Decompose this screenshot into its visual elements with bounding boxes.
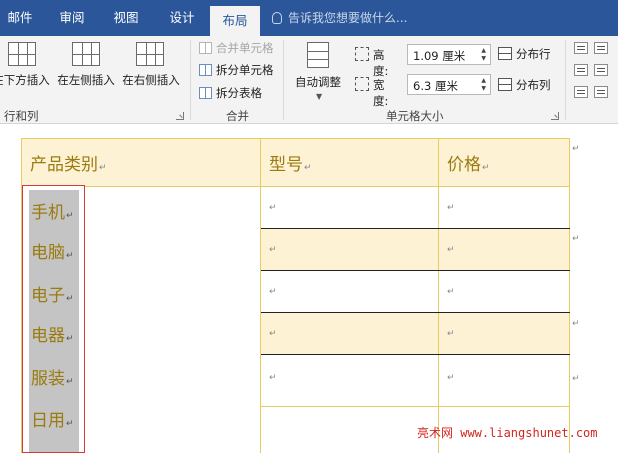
tab-design[interactable]: 设计 (160, 0, 204, 36)
align-bottom-left-icon[interactable] (574, 86, 588, 98)
end-of-row-mark: ↵ (572, 234, 580, 244)
spin-down-icon[interactable]: ▼ (481, 55, 486, 63)
end-of-row-mark: ↵ (572, 319, 580, 329)
ribbon-tab-bar: 邮件 审阅 视图 设计 布局 告诉我您想要做什么... (0, 0, 618, 36)
table-cell[interactable]: ↵ (260, 270, 439, 313)
product-table: 产品类别↵ 型号↵ 价格↵ ↵ ↵ ↵ ↵ ↵ ↵ ↵ ↵ ↵ ↵ (21, 138, 570, 453)
category-item: 电脑↵ (31, 243, 74, 263)
table-row: ↵ ↵ (21, 186, 570, 453)
table-header-cell[interactable]: 产品类别↵ (21, 138, 261, 187)
tab-view[interactable]: 视图 (104, 0, 148, 36)
spin-up-icon[interactable]: ▲ (481, 77, 486, 85)
insert-below-button[interactable]: 在下方插入 (0, 40, 50, 96)
chevron-down-icon: ▼ (316, 92, 323, 101)
insert-left-button[interactable]: 在左侧插入 (56, 40, 116, 96)
distribute-rows-button[interactable]: 分布行 (498, 44, 551, 64)
column-width-icon (355, 77, 369, 91)
end-of-row-mark: ↵ (572, 144, 580, 154)
align-middle-center-icon[interactable] (594, 64, 608, 76)
table-header-cell[interactable]: 价格↵ (438, 138, 570, 187)
split-table-icon (199, 87, 212, 99)
end-of-row-mark: ↵ (572, 374, 580, 384)
insert-left-icon (72, 42, 100, 66)
tab-review[interactable]: 审阅 (52, 0, 92, 36)
group-separator (190, 40, 191, 120)
group-separator (283, 40, 284, 120)
spin-down-icon[interactable]: ▼ (481, 85, 486, 93)
category-item: 服装↵ (31, 369, 74, 389)
insert-below-icon (8, 42, 36, 66)
split-cells-button[interactable]: 拆分单元格 (199, 60, 274, 80)
table-cell[interactable] (260, 406, 439, 453)
group-separator (565, 40, 566, 120)
merge-cells-icon (199, 42, 212, 54)
rows-cols-launcher-icon[interactable] (176, 112, 184, 120)
insert-right-button[interactable]: 在右侧插入 (120, 40, 182, 96)
align-middle-left-icon[interactable] (574, 64, 588, 76)
table-header-cell[interactable]: 型号↵ (260, 138, 439, 187)
category-item: 日用↵ (31, 411, 74, 431)
split-cells-icon (199, 64, 212, 76)
table-cell[interactable]: ↵ (260, 186, 439, 229)
distribute-rows-icon (498, 47, 512, 60)
group-label-rows-cols: 行和列 (4, 109, 39, 123)
align-bottom-center-icon[interactable] (594, 86, 608, 98)
table-cell[interactable]: ↵ (260, 354, 439, 407)
document-area[interactable]: 产品类别↵ 型号↵ 价格↵ ↵ ↵ ↵ ↵ ↵ ↵ ↵ ↵ ↵ ↵ 手机↵ 电脑… (0, 124, 618, 453)
group-label-merge: 合并 (226, 109, 249, 123)
ribbon: 在下方插入 在左侧插入 在右侧插入 行和列 合并单元格 拆分单元格 拆分表格 合… (0, 36, 618, 124)
autofit-button[interactable]: 自动调整 ▼ (290, 40, 346, 102)
tab-mailings[interactable]: 邮件 (0, 0, 40, 36)
table-cell[interactable]: ↵ (438, 312, 570, 355)
table-cell[interactable]: ↵ (438, 270, 570, 313)
merge-cells-button[interactable]: 合并单元格 (199, 38, 274, 58)
table-cell[interactable]: ↵ (438, 228, 570, 271)
category-item: 手机↵ (31, 203, 74, 223)
distribute-cols-icon (498, 78, 512, 91)
spin-up-icon[interactable]: ▲ (481, 47, 486, 55)
tell-me-box[interactable]: 告诉我您想要做什么... (272, 0, 407, 36)
tell-me-text: 告诉我您想要做什么... (288, 11, 408, 25)
category-item: 电子↵ (31, 286, 74, 306)
table-header-row: 产品类别↵ 型号↵ 价格↵ (21, 138, 570, 187)
table-cell[interactable]: ↵ (438, 354, 570, 407)
category-item: 电器↵ (31, 326, 74, 346)
split-table-button[interactable]: 拆分表格 (199, 83, 262, 103)
cell-size-launcher-icon[interactable] (551, 112, 559, 120)
distribute-cols-button[interactable]: 分布列 (498, 75, 551, 95)
selected-category-column[interactable]: 手机↵ 电脑↵ 电子↵ 电器↵ 服装↵ 日用↵ (22, 185, 85, 453)
lightbulb-icon (272, 12, 282, 24)
table-cell[interactable]: ↵ (260, 228, 439, 271)
watermark-text: 亮术网 www.liangshunet.com (417, 426, 598, 440)
align-top-left-icon[interactable] (574, 42, 588, 54)
row-height-icon (355, 47, 369, 61)
insert-right-icon (136, 42, 164, 66)
table-cell[interactable]: ↵ (438, 186, 570, 229)
width-spinner[interactable]: 6.3 厘米 ▲ ▼ (407, 74, 491, 95)
autofit-icon (307, 42, 329, 68)
group-label-cell-size: 单元格大小 (386, 109, 444, 123)
align-top-center-icon[interactable] (594, 42, 608, 54)
table-cell[interactable]: ↵ (260, 312, 439, 355)
tab-layout[interactable]: 布局 (210, 6, 260, 36)
height-spinner[interactable]: 1.09 厘米 ▲ ▼ (407, 44, 491, 65)
